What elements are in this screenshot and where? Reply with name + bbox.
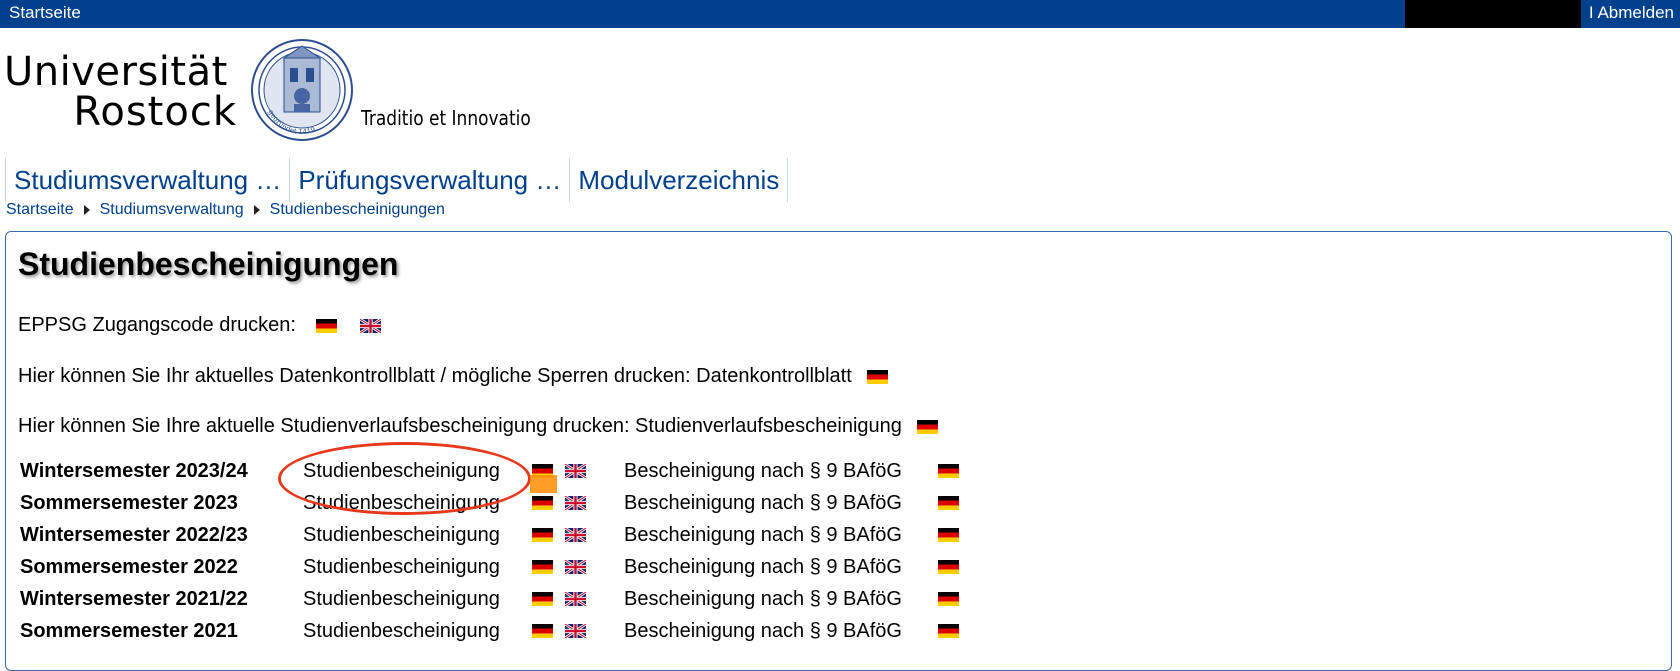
studienbescheinigung-link[interactable]: Studienbescheinigung [303,492,500,515]
bafoeg-bescheinigung-link[interactable]: Bescheinigung nach § 9 BAföG [624,556,902,579]
semester-row: Sommersemester 2021 Studienbescheinigung B… [20,620,1020,652]
top-home-link[interactable]: Startseite [9,3,81,23]
breadcrumb-startseite[interactable]: Startseite [6,201,74,219]
semester-row: Sommersemester 2022 Studienbescheinigung B… [20,556,1020,588]
studienbescheinigung-link[interactable]: Studienbescheinigung [303,556,500,579]
uk-flag-icon[interactable] [565,624,586,638]
semester-name: Sommersemester 2021 [20,620,238,642]
uk-flag-icon[interactable] [565,560,586,574]
triangle-right-icon [83,205,90,215]
semester-name: Sommersemester 2022 [20,556,238,578]
semester-name: Sommersemester 2023 [20,492,238,514]
logo-line-1: Universität [4,49,228,95]
page-title: Studienbescheinigungen [18,246,399,282]
german-flag-icon[interactable] [532,528,553,542]
semester-row: Wintersemester 2021/22 Studienbescheinigu… [20,588,1020,620]
german-flag-icon[interactable] [532,592,553,606]
logout-link[interactable]: Abmelden [1597,3,1674,22]
tab-studiumsverwaltung[interactable]: Studiumsverwaltung … [5,158,291,202]
uk-flag-icon[interactable] [565,528,586,542]
triangle-right-icon [253,205,260,215]
semester-name: Wintersemester 2022/23 [20,524,248,546]
breadcrumb-studienbescheinigungen[interactable]: Studienbescheinigungen [270,201,445,219]
university-logo[interactable]: Universität Rostock [4,52,240,132]
german-flag-icon[interactable] [866,369,888,384]
studienbescheinigung-link[interactable]: Studienbescheinigung [303,588,500,611]
uk-flag-icon[interactable] [565,496,586,510]
datenkontrollblatt-line: Hier können Sie Ihr aktuelles Datenkontr… [18,365,888,388]
german-flag-icon[interactable] [532,464,553,478]
eppsg-label: EPPSG Zugangscode drucken: [18,314,296,336]
university-slogan: Traditio et Innovatio [361,106,531,130]
bafoeg-bescheinigung-link[interactable]: Bescheinigung nach § 9 BAföG [624,492,902,515]
bafoeg-bescheinigung-link[interactable]: Bescheinigung nach § 9 BAföG [624,460,902,483]
german-flag-icon[interactable] [938,528,959,542]
german-flag-icon[interactable] [916,419,938,434]
studienverlauf-text[interactable]: Hier können Sie Ihre aktuelle Studienver… [18,415,902,438]
eppsg-line: EPPSG Zugangscode drucken: [18,314,381,337]
semester-name: Wintersemester 2023/24 [20,460,248,482]
breadcrumb-studiumsverwaltung[interactable]: Studiumsverwaltung [100,201,244,219]
studienbescheinigung-link[interactable]: Studienbescheinigung [303,460,500,483]
bafoeg-bescheinigung-link[interactable]: Bescheinigung nach § 9 BAföG [624,524,902,547]
semester-row: Sommersemester 2023 Studienbescheinigung B… [20,492,1020,524]
breadcrumb: Startseite Studiumsverwaltung Studienbes… [6,201,445,219]
logo-line-2: Rostock [73,89,237,135]
tab-pruefungsverwaltung[interactable]: Prüfungsverwaltung … [289,158,571,202]
studienverlauf-line: Hier können Sie Ihre aktuelle Studienver… [18,415,938,438]
datenkontrollblatt-text[interactable]: Hier können Sie Ihr aktuelles Datenkontr… [18,365,852,388]
german-flag-icon[interactable] [532,560,553,574]
content-panel: Studienbescheinigungen EPPSG Zugangscode… [5,231,1672,671]
semester-row: Wintersemester 2023/24 Studienbescheinigu… [20,460,1020,492]
german-flag-icon[interactable] [532,624,553,638]
main-nav: Studiumsverwaltung … Prüfungsverwaltung … [5,158,789,202]
german-flag-icon[interactable] [938,560,959,574]
german-flag-icon[interactable] [938,592,959,606]
uk-flag-icon[interactable] [565,464,586,478]
top-bar: Startseite I Abmelden [0,0,1680,28]
german-flag-icon[interactable] [315,318,337,333]
tab-modulverzeichnis[interactable]: Modulverzeichnis [569,158,789,202]
german-flag-icon[interactable] [938,624,959,638]
university-seal-icon: gegründet 1419 [251,39,353,141]
german-flag-icon[interactable] [938,496,959,510]
bafoeg-bescheinigung-link[interactable]: Bescheinigung nach § 9 BAföG [624,588,902,611]
semester-row: Wintersemester 2022/23 Studienbescheinigu… [20,524,1020,556]
top-bar-right: I Abmelden [1589,3,1674,23]
uk-flag-icon[interactable] [565,592,586,606]
studienbescheinigung-link[interactable]: Studienbescheinigung [303,620,500,643]
semester-name: Wintersemester 2021/22 [20,588,248,610]
german-flag-icon[interactable] [938,464,959,478]
studienbescheinigung-link[interactable]: Studienbescheinigung [303,524,500,547]
german-flag-icon[interactable] [532,496,553,510]
uk-flag-icon[interactable] [359,318,381,333]
bafoeg-bescheinigung-link[interactable]: Bescheinigung nach § 9 BAföG [624,620,902,643]
top-bar-redacted-area [1405,0,1581,28]
top-bar-separator: I [1588,3,1594,22]
